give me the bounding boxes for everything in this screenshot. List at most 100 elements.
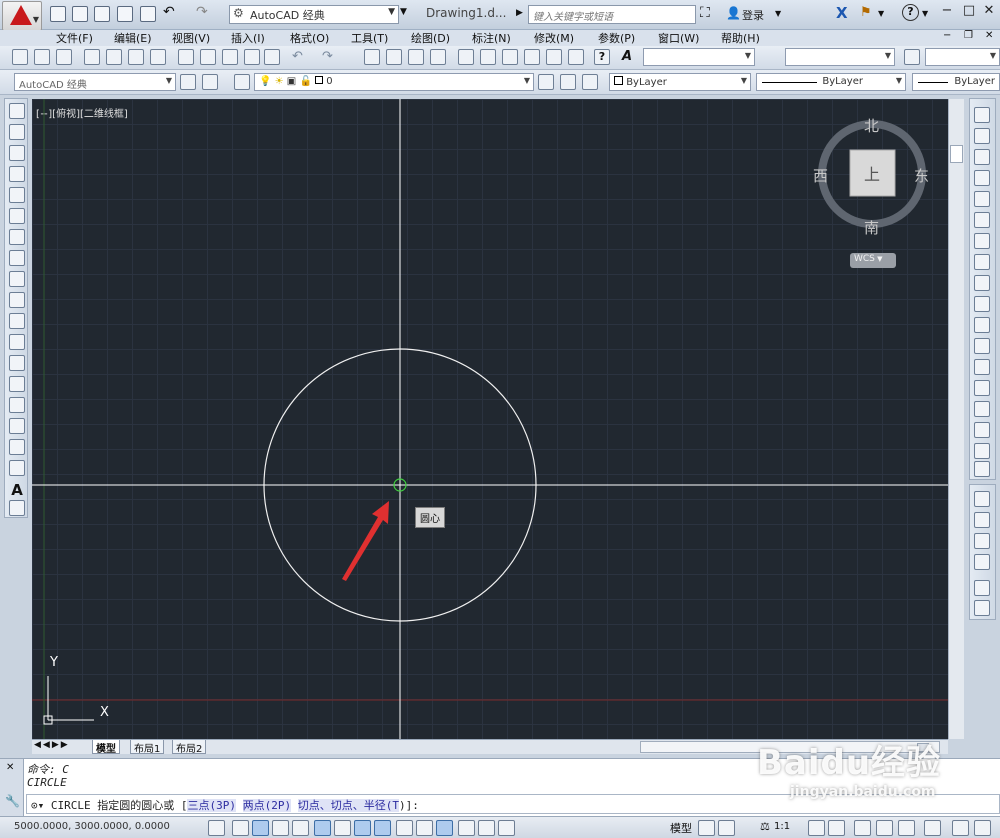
ellipse-icon[interactable] bbox=[9, 292, 25, 308]
arc-icon[interactable] bbox=[9, 208, 25, 224]
menu-help[interactable]: 帮助(H) bbox=[721, 30, 760, 46]
chamfer-icon[interactable] bbox=[974, 401, 990, 417]
block-editor-icon[interactable] bbox=[264, 49, 280, 65]
line-icon[interactable] bbox=[9, 103, 25, 119]
search-input[interactable]: 键入关键字或短语 bbox=[528, 5, 696, 24]
color-dropdown[interactable]: ByLayer ▼ bbox=[609, 73, 751, 91]
recent-commands-icon[interactable]: ⊙▾ bbox=[31, 799, 51, 812]
menu-modify[interactable]: 修改(M) bbox=[534, 30, 574, 46]
send-under-icon[interactable] bbox=[974, 554, 990, 570]
viewcube-north[interactable]: 北 bbox=[864, 115, 879, 136]
rectangle-icon[interactable] bbox=[9, 187, 25, 203]
table-icon[interactable] bbox=[9, 460, 25, 476]
revision-cloud-icon[interactable] bbox=[9, 250, 25, 266]
expand-arrow-icon[interactable]: ▶ bbox=[516, 8, 523, 18]
help-icon[interactable]: ? bbox=[594, 49, 610, 65]
quick-properties-icon[interactable] bbox=[458, 820, 475, 836]
exchange-icon[interactable]: X bbox=[836, 4, 848, 22]
command-option-ttr-key[interactable]: T bbox=[392, 799, 399, 812]
command-window-grip[interactable]: ✕ 🔧 bbox=[0, 759, 24, 817]
open-file-icon[interactable] bbox=[34, 49, 50, 65]
menu-insert[interactable]: 插入(I) bbox=[231, 30, 265, 46]
object-snap-tracking-icon[interactable] bbox=[354, 820, 371, 836]
sign-in-button[interactable]: 登录 bbox=[742, 7, 764, 23]
annotation-visibility-icon[interactable] bbox=[808, 820, 825, 836]
properties-icon[interactable] bbox=[458, 49, 474, 65]
fillet-icon[interactable] bbox=[974, 422, 990, 438]
bring-above-icon[interactable] bbox=[974, 533, 990, 549]
sheet-set-icon[interactable] bbox=[524, 49, 540, 65]
layer-previous-icon[interactable] bbox=[560, 74, 576, 90]
polygon-icon[interactable] bbox=[9, 166, 25, 182]
wcs-menu-button[interactable]: WCS ▼ bbox=[850, 253, 896, 268]
print-icon[interactable] bbox=[140, 6, 156, 22]
pan-icon[interactable] bbox=[364, 49, 380, 65]
layer-dropdown[interactable]: 💡 ☀ ▣ 🔓 0 ▼ bbox=[254, 73, 534, 91]
zoom-window-icon[interactable] bbox=[408, 49, 424, 65]
hatch-to-back-icon[interactable] bbox=[974, 600, 990, 616]
new-file-icon[interactable] bbox=[50, 6, 66, 22]
workspace-combo[interactable]: AutoCAD 经典 ▼ bbox=[14, 73, 176, 91]
tool-palettes-icon[interactable] bbox=[502, 49, 518, 65]
model-space-button[interactable]: 模型 bbox=[670, 820, 692, 836]
binoculars-icon[interactable]: ⛶ bbox=[700, 5, 710, 21]
mirror-icon[interactable] bbox=[974, 149, 990, 165]
layer-isolate-icon[interactable] bbox=[582, 74, 598, 90]
send-to-back-icon[interactable] bbox=[974, 512, 990, 528]
text-to-front-icon[interactable] bbox=[974, 580, 990, 596]
linetype-dropdown[interactable]: ByLayer ▼ bbox=[756, 73, 906, 91]
hatch-icon[interactable] bbox=[9, 397, 25, 413]
copy-object-icon[interactable] bbox=[974, 128, 990, 144]
print-preview-icon[interactable] bbox=[106, 49, 122, 65]
vertical-scroll-thumb[interactable] bbox=[950, 145, 963, 163]
menu-dimension[interactable]: 标注(N) bbox=[472, 30, 511, 46]
chevron-down-icon[interactable]: ▼ bbox=[878, 9, 884, 18]
table-style-dropdown[interactable]: ▼ bbox=[925, 48, 1000, 66]
match-properties-icon[interactable] bbox=[244, 49, 260, 65]
lineweight-icon[interactable] bbox=[416, 820, 433, 836]
help-icon[interactable]: ? bbox=[902, 4, 919, 21]
bring-to-front-icon[interactable] bbox=[974, 491, 990, 507]
selection-cycling-icon[interactable] bbox=[478, 820, 495, 836]
chevron-down-icon[interactable]: ▼ bbox=[922, 9, 928, 18]
undo-icon[interactable]: ↶ bbox=[292, 49, 308, 65]
polar-tracking-icon[interactable] bbox=[292, 820, 309, 836]
ortho-mode-icon[interactable] bbox=[272, 820, 289, 836]
snap-mode-icon[interactable] bbox=[232, 820, 249, 836]
redo-icon[interactable]: ↷ bbox=[322, 49, 338, 65]
workspace-switching-icon[interactable] bbox=[854, 820, 871, 836]
publish-icon[interactable] bbox=[128, 49, 144, 65]
auto-scale-icon[interactable] bbox=[828, 820, 845, 836]
save-as-icon[interactable] bbox=[117, 6, 133, 22]
quick-view-layouts-icon[interactable] bbox=[698, 820, 715, 836]
join-icon[interactable] bbox=[974, 380, 990, 396]
coordinates-readout[interactable]: 5000.0000, 3000.0000, 0.0000 bbox=[14, 821, 170, 832]
print-icon[interactable] bbox=[84, 49, 100, 65]
tab-model[interactable]: 模型 bbox=[92, 740, 120, 755]
app-store-icon[interactable]: ⚑ bbox=[860, 5, 872, 20]
zoom-previous-icon[interactable] bbox=[430, 49, 446, 65]
quick-access-customize-icon[interactable]: ▼ bbox=[400, 7, 407, 17]
doc-restore-button[interactable]: ❐ bbox=[964, 30, 973, 41]
maximize-button[interactable]: □ bbox=[958, 3, 980, 23]
hardware-acceleration-icon[interactable] bbox=[898, 820, 915, 836]
open-file-icon[interactable] bbox=[72, 6, 88, 22]
quickcalc-icon[interactable] bbox=[568, 49, 584, 65]
doc-minimize-button[interactable]: − bbox=[943, 30, 951, 41]
gradient-icon[interactable] bbox=[9, 418, 25, 434]
paste-icon[interactable] bbox=[222, 49, 238, 65]
object-snap-icon[interactable] bbox=[314, 820, 331, 836]
ellipse-arc-icon[interactable] bbox=[9, 313, 25, 329]
workspace-settings-icon[interactable] bbox=[180, 74, 196, 90]
cut-icon[interactable] bbox=[178, 49, 194, 65]
make-current-layer-icon[interactable] bbox=[538, 74, 554, 90]
3d-object-snap-icon[interactable] bbox=[334, 820, 351, 836]
text-style-dropdown[interactable]: ▼ bbox=[643, 48, 755, 66]
undo-icon[interactable]: ↶ bbox=[163, 4, 179, 20]
menu-file[interactable]: 文件(F) bbox=[56, 30, 93, 46]
minimize-button[interactable]: − bbox=[936, 3, 958, 23]
redo-icon[interactable]: ↷ bbox=[196, 4, 212, 20]
multiline-text-icon[interactable]: A bbox=[9, 481, 25, 499]
table-style-icon[interactable] bbox=[904, 49, 920, 65]
customize-wrench-icon[interactable]: 🔧 bbox=[5, 794, 20, 808]
